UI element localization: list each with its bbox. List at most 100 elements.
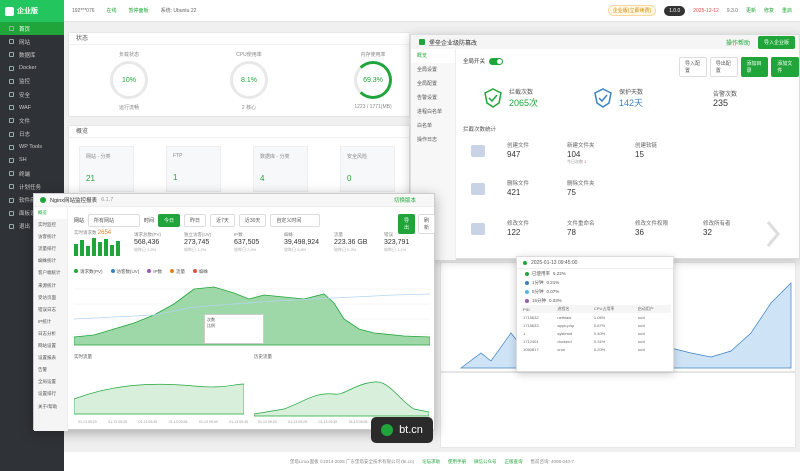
table-cell: 1 [523,330,526,336]
nginx-menu-item[interactable]: 访客统计 [34,231,67,243]
sidebar-item[interactable]: 文件 [0,114,64,127]
sidebar-item[interactable]: 网站 [0,35,64,48]
legend-item[interactable]: 流量 [170,269,185,275]
next-arrow-icon[interactable] [763,219,783,249]
footer-wechat-link[interactable]: 微信公众号 [474,459,497,465]
export-config-button[interactable]: 导出配置 [709,57,738,77]
user-pill[interactable]: 1.0.0 [664,5,686,16]
sidebar-item[interactable]: 安全 [0,88,64,101]
nginx-menu-item[interactable]: 网站设置 [34,340,67,352]
export-button[interactable]: 导出 [398,214,416,234]
menu-icon [9,78,14,84]
site-select[interactable]: 所有网站 [88,214,141,227]
gauge-cpu[interactable]: 8.1% [230,61,268,99]
nginx-menu-item[interactable]: 实时监控 [34,219,67,231]
sidebar-item[interactable]: 首页 [0,22,64,36]
footer-verify-link[interactable]: 正版查询 [505,459,523,465]
plan-badge[interactable]: 企业版(立即续费) [607,5,657,16]
brand-label: 企业版 [17,8,38,15]
sidebar-item[interactable]: WAF [0,101,64,114]
tamper-menu-config[interactable]: 全局配置 [411,77,455,91]
overview-db[interactable]: 数据库 - 分类 4 [253,146,308,192]
import-config-button[interactable]: 导入配置 [679,57,707,77]
add-file-button[interactable]: 添加文件 [771,57,799,77]
menu-icon [9,171,14,177]
legend-item[interactable]: 请求数(PV) [74,269,103,275]
nginx-menu-item[interactable]: 错误日志 [34,304,67,316]
overview-ftp[interactable]: FTP 1 [166,146,221,192]
legend-item[interactable]: 蜘蛛 [193,269,208,275]
nginx-menu-item[interactable]: 设置报表 [34,352,67,364]
refresh-button[interactable]: 刷新 [418,214,436,234]
cell-rename-file-label: 文件重命名 [567,221,595,227]
tab-yesterday[interactable]: 昨日 [184,214,207,227]
nginx-menu-item[interactable]: 受访页面 [34,292,67,304]
nginx-stat-k: 蜘蛛 [284,232,293,237]
history-traffic-label: 历史流量 [254,354,272,359]
tamper-menu-overview[interactable]: 概览 [411,49,455,63]
switch-version-link[interactable]: 切换版本 [394,196,416,204]
nginx-stat-v: 39,498,924 [284,239,320,246]
overview-risk[interactable]: 安全风险 0 [340,146,395,192]
legend-item[interactable]: IP数 [147,269,162,275]
top-bar: 192***076 在线 暂停面板 系统: Ubuntu 22 企业版(立即续费… [64,0,800,22]
cell-modify-file: 修改文件 122 [507,219,565,237]
footer-forum-link[interactable]: 论坛求助 [422,459,440,465]
process-tooltip: 2025-01-13 09:45:00 已使用率 5.22% 1分钟 0.21% 5… [516,256,674,372]
tab-custom[interactable]: 自定义时间 [270,214,321,227]
nginx-stat-v: 637,505 [234,239,260,246]
sidebar-item[interactable]: 日志 [0,128,64,141]
table-row: 1715632 nethlaw 1.06% root [521,313,671,321]
add-dir-button[interactable]: 添加目录 [740,57,769,77]
tamper-menu-alert[interactable]: 告警设置 [411,91,455,105]
nginx-menu-item[interactable]: 概览 [34,207,67,220]
tab-today[interactable]: 今日 [158,214,181,227]
cell-delete-file-value: 421 [507,188,521,197]
nginx-menu-item[interactable]: IP统计 [34,316,67,328]
tamper-menu-global[interactable]: 全局设置 [411,63,455,77]
nginx-menu-item[interactable]: 关于/帮助 [34,401,67,413]
nginx-menu-item[interactable]: 流量排行 [34,243,67,255]
repair-link[interactable]: 修复 [764,7,774,14]
process-table: PID 进程名 CPU占用率 启动用户 1715632 nethlaw 1.06% root… [521,305,671,353]
sidebar-item[interactable]: 监控 [0,75,64,88]
tamper-import-enterprise-button[interactable]: 导入企业版 [757,35,795,49]
sidebar-item[interactable]: SH [0,154,64,167]
nginx-menu-item[interactable]: 全局设置 [34,376,67,388]
brand-logo[interactable]: 企业版 [0,0,64,22]
nginx-menu-item[interactable]: 客户端统计 [34,267,67,279]
nginx-menu-item[interactable]: 告警 [34,364,67,376]
sidebar-item[interactable]: WP Tools [0,141,64,154]
update-link[interactable]: 更新 [746,7,756,14]
tab-7days[interactable]: 近7天 [210,214,235,227]
tamper-menu-whitelist[interactable]: 白名单 [411,119,455,133]
sidebar-item[interactable]: Docker [0,62,64,75]
sidebar-item[interactable]: 终端 [0,167,64,180]
proc-row-1min-value: 0.21% [546,280,560,285]
gauge-mem[interactable]: 69.3% [354,61,392,99]
cell-new-folder-label: 新建文件夹 [567,143,595,149]
legend-item[interactable]: 访客数(UV) [110,269,139,275]
proc-row-1min: 1分钟 0.21% [517,278,673,287]
tab-30days[interactable]: 近30天 [238,214,267,227]
global-switch-toggle[interactable] [489,57,504,65]
nginx-menu-item[interactable]: 来源统计 [34,280,67,292]
tamper-menu-process[interactable]: 进程白名单 [411,105,455,119]
sidebar-item[interactable]: 计划任务 [0,180,64,193]
pause-panel-link[interactable]: 暂停面板 [129,7,149,14]
footer-manual-link[interactable]: 使用手册 [448,459,466,465]
nginx-menu-item[interactable]: 日志分析 [34,328,67,340]
nginx-menu-item[interactable]: 设置排行 [34,388,67,400]
restart-link[interactable]: 重启 [782,7,792,14]
15min-dot-icon [525,298,529,303]
overview-sites[interactable]: 网站 - 分类 21 [79,146,134,192]
sidebar-item-label: 首页 [19,26,31,33]
tamper-menu-logs[interactable]: 操作日志 [411,133,455,147]
nginx-menu-item[interactable]: 蜘蛛统计 [34,255,67,267]
gauge-load[interactable]: 10% [110,61,148,99]
sidebar-item[interactable]: 数据库 [0,48,64,61]
table-cell: root [637,314,645,320]
table-cell: 0.67% [593,322,606,328]
tamper-help-link[interactable]: 操作帮助 [726,38,750,47]
nginx-stat-v: 223.36 GB [334,239,368,246]
